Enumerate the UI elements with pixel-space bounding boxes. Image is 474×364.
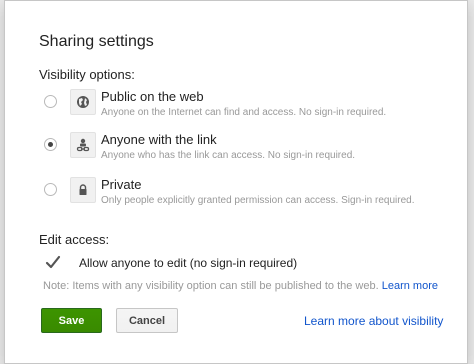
note-learn-more-link[interactable]: Learn more	[382, 280, 438, 292]
option-public-on-web[interactable]: Public on the web Anyone on the Internet…	[39, 89, 459, 127]
learn-more-about-visibility-link[interactable]: Learn more about visibility	[304, 314, 443, 328]
option-anyone-with-link-title: Anyone with the link	[101, 132, 217, 147]
publish-note-text: Note: Items with any visibility option c…	[43, 280, 379, 292]
visibility-options-label: Visibility options:	[39, 67, 135, 82]
globe-icon	[70, 89, 96, 115]
edit-access-label: Edit access:	[39, 232, 110, 247]
radio-anyone-with-link[interactable]	[44, 138, 57, 151]
people-link-icon	[70, 132, 96, 158]
radio-private[interactable]	[44, 183, 57, 196]
publish-note: Note: Items with any visibility option c…	[43, 280, 438, 292]
allow-edit-label: Allow anyone to edit (no sign-in require…	[79, 256, 298, 270]
option-anyone-with-link[interactable]: Anyone with the link Anyone who has the …	[39, 132, 459, 170]
option-anyone-with-link-description: Anyone who has the link can access. No s…	[101, 150, 356, 161]
option-public-description: Anyone on the Internet can find and acce…	[101, 107, 387, 118]
radio-public[interactable]	[44, 95, 57, 108]
cancel-button[interactable]: Cancel	[116, 308, 178, 333]
option-private-title: Private	[101, 177, 142, 192]
option-public-title: Public on the web	[101, 89, 204, 104]
dialog-title: Sharing settings	[39, 33, 154, 50]
lock-icon	[70, 177, 96, 203]
checkmark-icon[interactable]	[45, 255, 61, 271]
save-button[interactable]: Save	[41, 308, 102, 333]
radio-selected-dot	[48, 142, 53, 147]
option-private-description: Only people explicitly granted permissio…	[101, 195, 415, 206]
option-private[interactable]: Private Only people explicitly granted p…	[39, 177, 459, 215]
sharing-settings-dialog: Sharing settings Visibility options: Pub…	[4, 0, 468, 364]
